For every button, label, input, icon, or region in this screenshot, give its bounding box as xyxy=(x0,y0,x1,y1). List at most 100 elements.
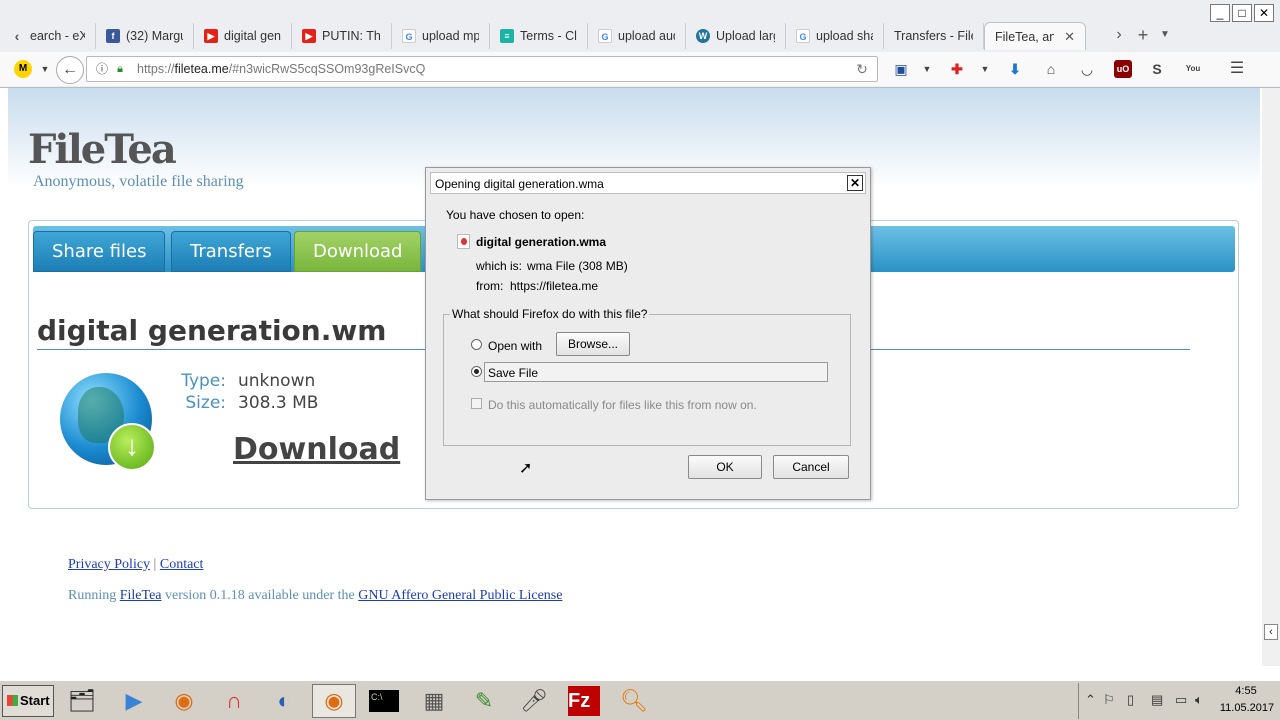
network-icon[interactable]: ▤ xyxy=(1151,692,1163,708)
start-button[interactable]: Start xyxy=(2,685,54,717)
tab[interactable]: f (32) Margu xyxy=(96,23,194,49)
filetea-link[interactable]: FileTea xyxy=(120,588,162,603)
clock-date[interactable]: 11.05.2017 xyxy=(1217,702,1277,714)
media-player-icon[interactable]: ▶ xyxy=(112,684,156,718)
site-logo[interactable]: FileTea xyxy=(28,126,177,173)
save-file-label[interactable]: Save File xyxy=(488,366,538,380)
nav-share-files[interactable]: Share files xyxy=(33,231,166,272)
tab-list-icon[interactable]: ▼ xyxy=(1156,24,1174,46)
dialog-title: Opening digital generation.wma xyxy=(435,177,604,191)
auto-label[interactable]: Do this automatically for files like thi… xyxy=(488,398,757,412)
firefox-active-icon[interactable]: ◉ xyxy=(312,684,356,718)
thunderbird-icon[interactable]: ◐ xyxy=(262,684,306,718)
google-icon: G xyxy=(796,29,810,43)
page-scrollbar[interactable]: ‹ xyxy=(1262,88,1280,666)
action-question: What should Firefox do with this file? xyxy=(450,307,650,321)
taskbar: Start 🗂︎ ▶ ◉ ∩ ◐ ◉ C:\ ▦ ✎ 🎤︎ Fz 🔍︎ ⌃ ⚐ … xyxy=(0,680,1280,720)
close-tab-icon[interactable]: ✕ xyxy=(1064,29,1075,45)
back-arrow-icon[interactable]: ← xyxy=(56,56,84,84)
flag-icon[interactable]: ⚐ xyxy=(1103,692,1115,708)
tray-expand-icon[interactable]: ⌃ xyxy=(1085,692,1096,708)
download-link[interactable]: Download xyxy=(233,432,400,467)
license-link[interactable]: GNU Affero General Public License xyxy=(358,588,562,603)
volume-icon[interactable]: 🔈︎ xyxy=(1195,692,1203,708)
browser-chrome: _ □ ✕ ‹ earch - eX f (32) Margu ▶ digita… xyxy=(0,0,1280,88)
from-value: https://filetea.me xyxy=(510,279,599,293)
save-icon[interactable]: ▣ xyxy=(892,60,910,78)
nav-transfers[interactable]: Transfers xyxy=(171,231,291,272)
auto-checkbox[interactable] xyxy=(471,398,482,409)
address-bar[interactable]: ⓘ 🔒︎ https://filetea.me/#n3wicRwS5cqSSOm… xyxy=(86,56,878,82)
addon-cross-icon[interactable]: ✚ xyxy=(948,60,966,78)
dialog-titlebar: Opening digital generation.wma ✕ xyxy=(430,172,866,194)
tab[interactable]: ▶ PUTIN: The xyxy=(292,23,392,49)
file-manager-icon[interactable]: 🗂︎ xyxy=(60,684,104,718)
menu-icon[interactable]: ☰ xyxy=(1228,60,1246,78)
youtube-icon: ▶ xyxy=(302,29,316,43)
chevron-right-icon[interactable]: › xyxy=(1110,24,1128,46)
info-icon[interactable]: ⓘ xyxy=(93,60,111,78)
dropdown-icon[interactable]: ▼ xyxy=(36,60,54,78)
addon-s-icon[interactable]: S xyxy=(1148,60,1166,78)
battery-icon[interactable]: ▭ xyxy=(1175,692,1187,708)
filezilla-icon[interactable]: Fz xyxy=(562,684,606,718)
save-file-radio[interactable] xyxy=(471,366,482,377)
nav-bar: M ▼ ← ⓘ 🔒︎ https://filetea.me/#n3wicRwS5… xyxy=(0,52,1280,86)
which-is-value: wma File (308 MB) xyxy=(527,259,628,273)
close-icon[interactable]: ✕ xyxy=(847,175,863,191)
new-tab-icon[interactable]: + xyxy=(1134,24,1152,46)
tab-strip: ‹ earch - eX f (32) Margu ▶ digital gen … xyxy=(0,22,1086,50)
contact-link[interactable]: Contact xyxy=(160,557,204,572)
nav-download[interactable]: Download xyxy=(294,231,422,272)
tab[interactable]: Transfers - FileT xyxy=(884,23,984,49)
cancel-button[interactable]: Cancel xyxy=(773,455,849,479)
footer-version: Running FileTea version 0.1.18 available… xyxy=(68,588,562,604)
dropdown-icon[interactable]: ▼ xyxy=(976,60,994,78)
firefox-icon[interactable]: ◉ xyxy=(162,684,206,718)
tab[interactable]: ≡ Terms - Cly xyxy=(490,23,588,49)
tab[interactable]: G upload aud xyxy=(588,23,686,49)
open-with-label[interactable]: Open with xyxy=(488,339,542,353)
addon-icon[interactable]: M xyxy=(14,60,32,78)
tab[interactable]: ‹ earch - eX xyxy=(0,23,96,49)
search-icon[interactable]: 🔍︎ xyxy=(612,684,656,718)
type-label: Type: xyxy=(181,371,226,391)
command-prompt-icon[interactable]: C:\ xyxy=(362,684,406,718)
scroll-left-icon[interactable]: ‹ xyxy=(1264,624,1278,640)
microphone-icon[interactable]: 🎤︎ xyxy=(512,684,556,718)
download-dialog: Opening digital generation.wma ✕ You hav… xyxy=(425,167,871,500)
device-icon[interactable]: ▯ xyxy=(1127,692,1134,708)
notepad-icon[interactable]: ✎ xyxy=(462,684,506,718)
home-icon[interactable]: ⌂ xyxy=(1042,60,1060,78)
browse-button[interactable]: Browse... xyxy=(556,332,630,356)
ublock-icon[interactable]: uO xyxy=(1114,60,1132,78)
reload-icon[interactable]: ↻ xyxy=(853,60,871,78)
ok-button[interactable]: OK xyxy=(688,455,762,479)
pocket-icon[interactable]: ◡ xyxy=(1078,60,1096,78)
tab[interactable]: G upload mp xyxy=(392,23,490,49)
youtube-addon-icon[interactable]: You xyxy=(1184,60,1202,78)
tab-label: (32) Margu xyxy=(126,29,183,43)
chosen-text: You have chosen to open: xyxy=(446,208,585,222)
tab[interactable]: W Upload larg xyxy=(686,23,786,49)
dropdown-icon[interactable]: ▼ xyxy=(918,60,936,78)
url-text[interactable]: https://filetea.me/#n3wicRwS5cqSSOm93gRe… xyxy=(137,62,425,76)
calculator-icon[interactable]: ▦ xyxy=(412,684,456,718)
tab[interactable]: G upload sha xyxy=(786,23,884,49)
clock-time[interactable]: 4:55 xyxy=(1219,685,1273,697)
version-text: version 0.1.18 available under the xyxy=(165,588,355,603)
from-label: from: xyxy=(476,279,504,293)
download-arrow-icon[interactable]: ⬇ xyxy=(1006,60,1024,78)
tab[interactable]: ▶ digital gen xyxy=(194,23,292,49)
privacy-policy-link[interactable]: Privacy Policy xyxy=(68,557,150,572)
open-with-radio[interactable] xyxy=(471,339,482,350)
tab-label: upload sha xyxy=(816,29,873,43)
tab-label: earch - eX xyxy=(30,29,85,43)
tab-label: Upload larg xyxy=(716,29,775,43)
footer-links: Privacy Policy | Contact xyxy=(68,557,203,573)
antivirus-icon[interactable]: ∩ xyxy=(212,684,256,718)
tab-label: FileTea, anc xyxy=(995,29,1054,44)
tab-active[interactable]: FileTea, anc ✕ xyxy=(984,22,1086,50)
tab-label: Terms - Cly xyxy=(520,29,577,43)
site-tagline: Anonymous, volatile file sharing xyxy=(33,173,244,190)
